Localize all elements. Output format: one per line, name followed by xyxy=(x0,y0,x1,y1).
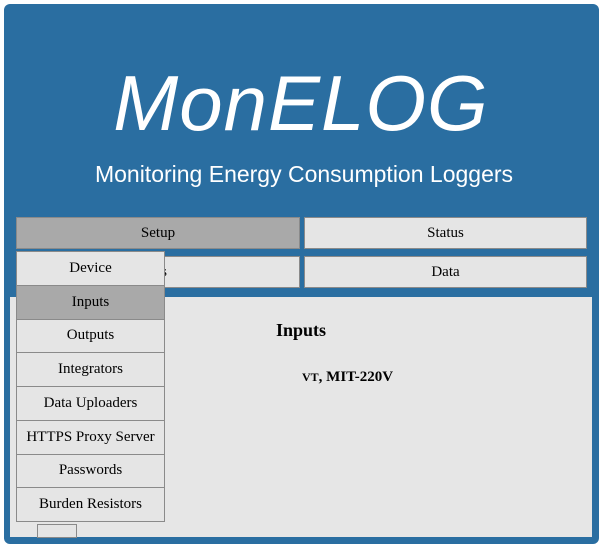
panel-button[interactable] xyxy=(37,524,77,538)
input-description: VT, MIT-220V xyxy=(302,369,393,386)
menu-item-outputs[interactable]: Outputs xyxy=(16,318,165,354)
menu-item-data-uploaders[interactable]: Data Uploaders xyxy=(16,386,165,421)
menu-item-inputs[interactable]: Inputs xyxy=(16,284,165,320)
menu-item-device[interactable]: Device xyxy=(16,251,165,286)
logo-text: MonELOG xyxy=(113,59,489,147)
input-desc-prefix: VT xyxy=(302,370,319,384)
input-desc-rest: , MIT-220V xyxy=(318,369,394,385)
tagline: Monitoring Energy Consumption Loggers xyxy=(94,161,514,187)
menu-item-integrators[interactable]: Integrators xyxy=(16,352,165,387)
nav-data-button[interactable]: Data xyxy=(304,256,587,288)
nav-setup-button[interactable]: Setup xyxy=(16,217,300,249)
menu-item-passwords[interactable]: Passwords xyxy=(16,453,165,489)
menu-item-https-proxy-server[interactable]: HTTPS Proxy Server xyxy=(16,419,165,455)
setup-dropdown-menu: Device Inputs Outputs Integrators Data U… xyxy=(16,251,165,522)
menu-item-burden-resistors[interactable]: Burden Resistors xyxy=(16,487,165,522)
nav-status-button[interactable]: Status xyxy=(304,217,587,249)
